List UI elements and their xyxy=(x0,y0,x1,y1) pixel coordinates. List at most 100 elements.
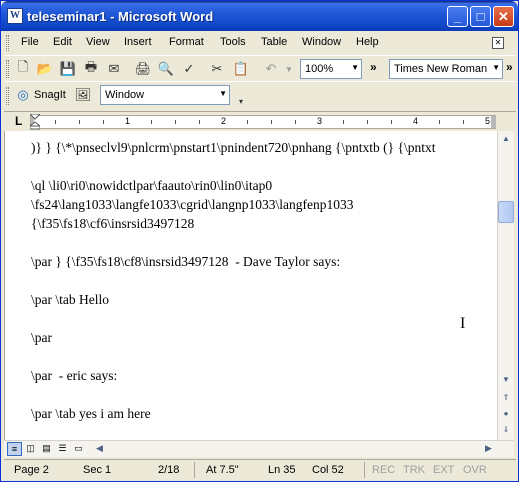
paste-icon[interactable]: 📋 xyxy=(232,60,250,78)
title-bar[interactable]: W teleseminar1 - Microsoft Word _ □ ✕ xyxy=(1,1,518,31)
menu-file[interactable]: File xyxy=(21,36,39,48)
open-folder-icon[interactable]: 📂 xyxy=(36,60,54,78)
previous-page-icon[interactable]: ⇑ xyxy=(498,390,514,406)
normal-view-icon[interactable]: ≡ xyxy=(7,442,22,456)
toolbar-grip[interactable] xyxy=(6,60,9,78)
toolbar-options-icon[interactable]: ▾ xyxy=(232,92,250,110)
toolbar-grip[interactable] xyxy=(6,87,9,105)
doc-line[interactable]: )} } {\*\pnseclvl9\pnlcrm\pnstart1\pnind… xyxy=(31,140,435,156)
ruler-number: 2 xyxy=(221,116,227,126)
snagit-button[interactable]: SnagIt xyxy=(34,89,66,101)
indent-marker-icon[interactable] xyxy=(30,114,40,130)
document-close-icon[interactable]: ✕ xyxy=(492,37,504,49)
ruler-strip[interactable]: 1 2 3 4 5 xyxy=(30,115,496,129)
select-browse-object-icon[interactable]: ● xyxy=(498,406,514,422)
tab-selector-button[interactable]: L xyxy=(15,115,25,127)
menu-insert[interactable]: Insert xyxy=(124,36,152,48)
web-layout-view-icon[interactable]: ◫ xyxy=(23,442,38,456)
doc-line[interactable]: \par \tab yes i am here xyxy=(31,406,151,422)
font-combo[interactable]: Times New Roman ▼ xyxy=(389,59,503,79)
format-toolbar-overflow-icon[interactable]: » xyxy=(506,60,513,74)
snagit-toolbar: ◎ SnagIt 🖼 Window ▼ ▾ xyxy=(4,81,516,109)
menubar-grip[interactable] xyxy=(6,35,9,51)
permission-icon[interactable]: 🖶 xyxy=(82,59,100,78)
reading-layout-view-icon[interactable]: ▭ xyxy=(71,442,86,456)
window-title: teleseminar1 - Microsoft Word xyxy=(27,9,214,24)
vertical-scrollbar[interactable]: ▲ ▼ ⇑ ● ⇓ xyxy=(497,131,514,440)
print-layout-view-icon[interactable]: ▤ xyxy=(39,442,54,456)
doc-line[interactable]: \par - eric says: xyxy=(31,368,117,384)
horizontal-scrollbar[interactable]: ≡ ◫ ▤ ☰ ▭ ◀ ▶ xyxy=(4,440,514,457)
doc-line[interactable]: {\f35\fs18\cf6\insrsid3497128 xyxy=(31,216,194,232)
chevron-down-icon[interactable]: ▼ xyxy=(219,89,227,98)
menu-edit[interactable]: Edit xyxy=(53,36,72,48)
new-document-icon[interactable]: 🗋 xyxy=(14,59,32,78)
status-separator xyxy=(194,462,195,478)
close-button[interactable]: ✕ xyxy=(493,6,514,27)
scroll-right-icon[interactable]: ▶ xyxy=(481,442,496,456)
window-capture-combo[interactable]: Window ▼ xyxy=(100,85,230,105)
ruler-number: 4 xyxy=(413,116,419,126)
doc-line[interactable]: \par } {\f35\fs18\cf8\insrsid3497128 - D… xyxy=(31,254,340,270)
doc-line[interactable]: \par \tab Hello xyxy=(31,292,109,308)
word-app-icon[interactable]: W xyxy=(7,8,23,24)
ruler-tick xyxy=(103,120,104,124)
minimize-button[interactable]: _ xyxy=(447,6,468,27)
undo-icon[interactable]: ↶ xyxy=(262,60,280,78)
toolbar-overflow-icon[interactable]: » xyxy=(370,60,377,74)
menu-help[interactable]: Help xyxy=(356,36,379,48)
save-icon[interactable]: 💾 xyxy=(59,60,77,78)
undo-dropdown-icon[interactable]: ▼ xyxy=(280,60,298,78)
ruler-tick xyxy=(439,120,440,124)
zoom-combo[interactable]: 100% ▼ xyxy=(300,59,362,79)
spelling-icon[interactable]: ✓ xyxy=(180,60,198,78)
status-rec[interactable]: REC xyxy=(372,464,395,476)
next-page-icon[interactable]: ⇓ xyxy=(498,422,514,438)
status-section[interactable]: Sec 1 xyxy=(83,464,111,476)
ruler-number: 1 xyxy=(125,116,131,126)
ruler[interactable]: L 1 2 3 4 5 xyxy=(4,111,516,131)
menu-view[interactable]: View xyxy=(86,36,110,48)
ruler-number: 3 xyxy=(317,116,323,126)
status-page[interactable]: Page 2 xyxy=(14,464,49,476)
chevron-down-icon[interactable]: ▼ xyxy=(351,63,359,72)
menu-window[interactable]: Window xyxy=(302,36,341,48)
menu-tools[interactable]: Tools xyxy=(220,36,246,48)
vertical-scroll-thumb[interactable] xyxy=(498,201,514,223)
ruler-tick xyxy=(199,120,200,124)
menu-table[interactable]: Table xyxy=(261,36,287,48)
status-column[interactable]: Col 52 xyxy=(312,464,344,476)
doc-line[interactable]: \par xyxy=(31,330,52,346)
ruler-tick xyxy=(175,120,176,124)
scroll-down-icon[interactable]: ▼ xyxy=(498,372,514,388)
snagit-capture-icon[interactable]: 🖼 xyxy=(74,86,92,104)
menu-format[interactable]: Format xyxy=(169,36,204,48)
window-capture-value: Window xyxy=(105,89,145,101)
ruler-tick xyxy=(391,120,392,124)
status-ovr[interactable]: OVR xyxy=(463,464,487,476)
scroll-left-icon[interactable]: ◀ xyxy=(92,442,107,456)
ruler-tick xyxy=(343,120,344,124)
email-icon[interactable]: ✉ xyxy=(105,60,123,78)
chevron-down-icon[interactable]: ▼ xyxy=(492,63,500,72)
snagit-icon[interactable]: ◎ xyxy=(14,86,32,104)
status-at[interactable]: At 7.5" xyxy=(206,464,239,476)
status-page-count[interactable]: 2/18 xyxy=(158,464,179,476)
doc-line[interactable]: \fs24\lang1033\langfe1033\cgrid\langnp10… xyxy=(31,197,353,213)
status-trk[interactable]: TRK xyxy=(403,464,425,476)
font-value: Times New Roman xyxy=(394,63,488,75)
status-line[interactable]: Ln 35 xyxy=(268,464,296,476)
status-ext[interactable]: EXT xyxy=(433,464,454,476)
doc-line[interactable]: \ql \li0\ri0\nowidctlpar\faauto\rin0\lin… xyxy=(31,178,272,194)
ruler-tick xyxy=(271,120,272,124)
scroll-up-icon[interactable]: ▲ xyxy=(498,131,514,147)
document-area[interactable]: )} } {\*\pnseclvl9\pnlcrm\pnstart1\pnind… xyxy=(4,131,497,440)
ruler-right-margin xyxy=(491,116,496,128)
cut-icon[interactable]: ✂ xyxy=(208,60,226,78)
outline-view-icon[interactable]: ☰ xyxy=(55,442,70,456)
ruler-tick xyxy=(55,120,56,124)
maximize-button[interactable]: □ xyxy=(470,6,491,27)
print-icon[interactable]: 🖨 xyxy=(134,60,152,78)
print-preview-icon[interactable]: 🔍 xyxy=(157,60,175,78)
ruler-tick xyxy=(79,120,80,124)
